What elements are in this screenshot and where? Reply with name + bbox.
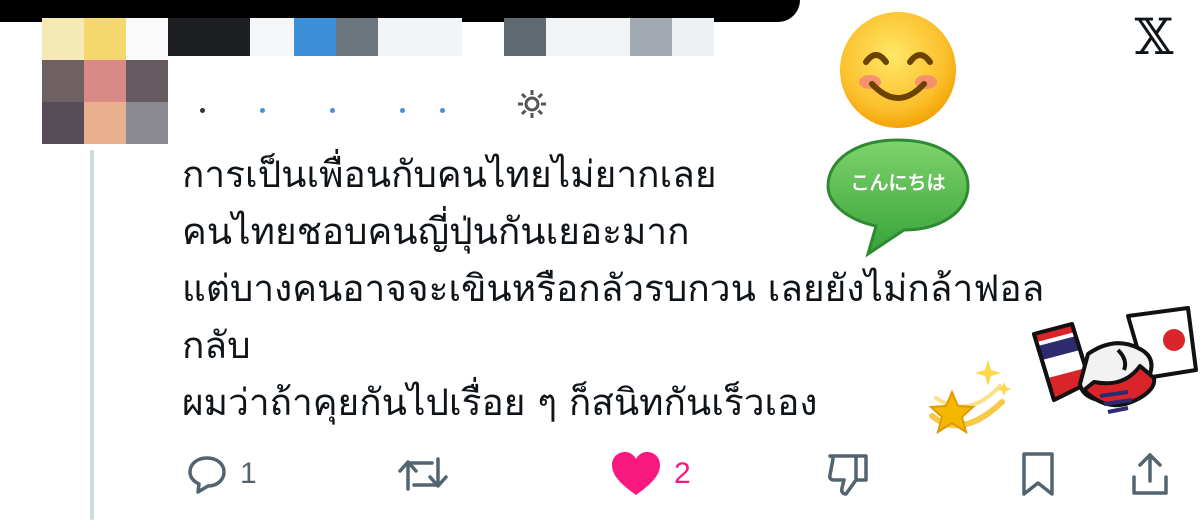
redacted-block: [336, 18, 378, 56]
bookmark-button[interactable]: [1020, 446, 1056, 502]
redacted-block: [504, 18, 546, 56]
redacted-block: [546, 18, 630, 56]
reply-button[interactable]: 1: [186, 446, 257, 502]
redacted-block: [168, 18, 250, 56]
heart-icon: [612, 452, 660, 495]
share-icon: [1132, 453, 1168, 495]
avatar[interactable]: [42, 18, 168, 144]
retweet-icon: [398, 457, 448, 491]
redacted-handle: [200, 108, 490, 116]
thumbs-down-icon: [828, 454, 868, 496]
action-bar: 1 2: [0, 446, 1200, 506]
post-line: กลับ: [182, 324, 251, 367]
like-count: 2: [674, 457, 691, 490]
bookmark-icon: [1022, 452, 1054, 496]
redacted-block: [378, 18, 462, 56]
smiling-face-icon: [840, 12, 956, 128]
redacted-block: [250, 18, 294, 56]
redacted-block: [630, 18, 672, 56]
redacted-block: [672, 18, 714, 56]
retweet-button[interactable]: [396, 446, 462, 502]
post-line: แต่บางคนอาจจะเขินหรือกลัวรบกวน เลยยังไม่…: [182, 267, 1045, 310]
speech-bubble-icon: [826, 138, 970, 258]
post-line: ผมว่าถ้าคุยกันไปเรื่อย ๆ ก็สนิทกันเร็วเอ…: [182, 381, 818, 424]
like-button[interactable]: 2: [610, 446, 691, 502]
reply-count: 1: [240, 457, 257, 490]
reply-icon: [188, 456, 226, 494]
dislike-button[interactable]: [826, 446, 870, 502]
handshake-icon: [1032, 306, 1198, 414]
x-logo-icon[interactable]: 𝕏: [1128, 12, 1180, 62]
dizzy-star-icon: [928, 360, 1011, 435]
share-button[interactable]: [1130, 446, 1170, 502]
redacted-block: [294, 18, 336, 56]
speech-bubble-text: こんにちは: [850, 172, 946, 194]
gear-icon[interactable]: [514, 86, 550, 122]
